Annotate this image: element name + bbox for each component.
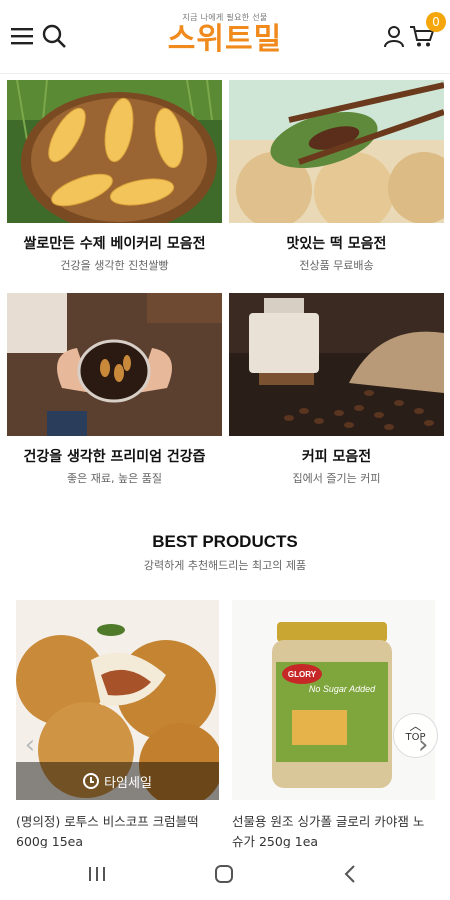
carousel-next-button[interactable]: › (418, 730, 442, 760)
product-card[interactable]: 타임세일 (명의정) 로투스 비스코프 크럼블떡 600g 15ea (16, 600, 219, 852)
category-subtitle: 전상품 무료배송 (299, 259, 374, 272)
category-card-bakery[interactable]: 쌀로만든 수제 베이커리 모음전 건강을 생각한 진천쌀빵 (7, 80, 222, 273)
brand-logo[interactable]: 지금 나에게 필요한 선물 스위트밀 (150, 12, 300, 57)
clock-icon (83, 773, 100, 789)
chevron-left-icon: ‹ (24, 730, 36, 760)
ricecake-image (229, 80, 444, 223)
user-icon (384, 26, 404, 48)
home-button[interactable] (209, 860, 239, 888)
menu-button[interactable] (8, 22, 36, 50)
category-subtitle: 좋은 재료, 높은 품질 (67, 472, 162, 485)
back-button[interactable] (335, 860, 365, 888)
category-card-ricecake[interactable]: 맛있는 떡 모음전 전상품 무료배송 (229, 80, 444, 273)
category-title: 쌀로만든 수제 베이커리 모음전 (23, 236, 206, 252)
jar-subtitle: No Sugar Added (309, 684, 376, 694)
bakery-image (7, 80, 222, 223)
menu-icon (11, 28, 33, 45)
product-image: GLORY No Sugar Added (232, 600, 435, 800)
cart-count-badge: 0 (426, 12, 446, 32)
recent-apps-icon (89, 867, 105, 881)
timesale-badge: 타임세일 (16, 762, 219, 800)
cart-button[interactable]: 0 (408, 12, 446, 50)
product-image: 타임세일 (16, 600, 219, 800)
app-header: 지금 나에게 필요한 선물 스위트밀 0 (0, 0, 450, 74)
product-name: 선물용 원조 싱가폴 글로리 카야잼 노슈가 250g 1ea (232, 814, 425, 849)
product-name: (명의정) 로투스 비스코프 크럼블떡 600g 15ea (16, 814, 199, 849)
jar-brand: GLORY (288, 670, 317, 679)
coffee-image (229, 293, 444, 436)
timesale-label: 타임세일 (104, 775, 152, 791)
best-products-title: BEST PRODUCTS (152, 532, 298, 551)
carousel-prev-button[interactable]: ‹ (18, 730, 42, 760)
best-products-subtitle: 강력하게 추천해드리는 최고의 제품 (143, 559, 307, 572)
category-title: 커피 모음전 (301, 449, 372, 465)
logo-name: 스위트밀 (167, 22, 283, 57)
category-card-juice[interactable]: 건강을 생각한 프리미엄 건강즙 좋은 재료, 높은 품질 (7, 293, 222, 486)
recent-apps-button[interactable] (82, 860, 112, 888)
category-title: 맛있는 떡 모음전 (286, 236, 387, 252)
chevron-right-icon: › (418, 730, 429, 760)
back-icon (344, 865, 355, 883)
account-button[interactable] (380, 22, 408, 50)
category-subtitle: 집에서 즐기는 커피 (292, 472, 381, 485)
system-nav-bar (0, 848, 450, 900)
category-card-coffee[interactable]: 커피 모음전 집에서 즐기는 커피 (229, 293, 444, 486)
home-icon (215, 865, 233, 883)
juice-image (7, 293, 222, 436)
category-subtitle: 건강을 생각한 진천쌀빵 (60, 259, 169, 272)
search-icon (42, 24, 66, 48)
category-title: 건강을 생각한 프리미엄 건강즙 (23, 449, 206, 465)
search-button[interactable] (40, 22, 68, 50)
